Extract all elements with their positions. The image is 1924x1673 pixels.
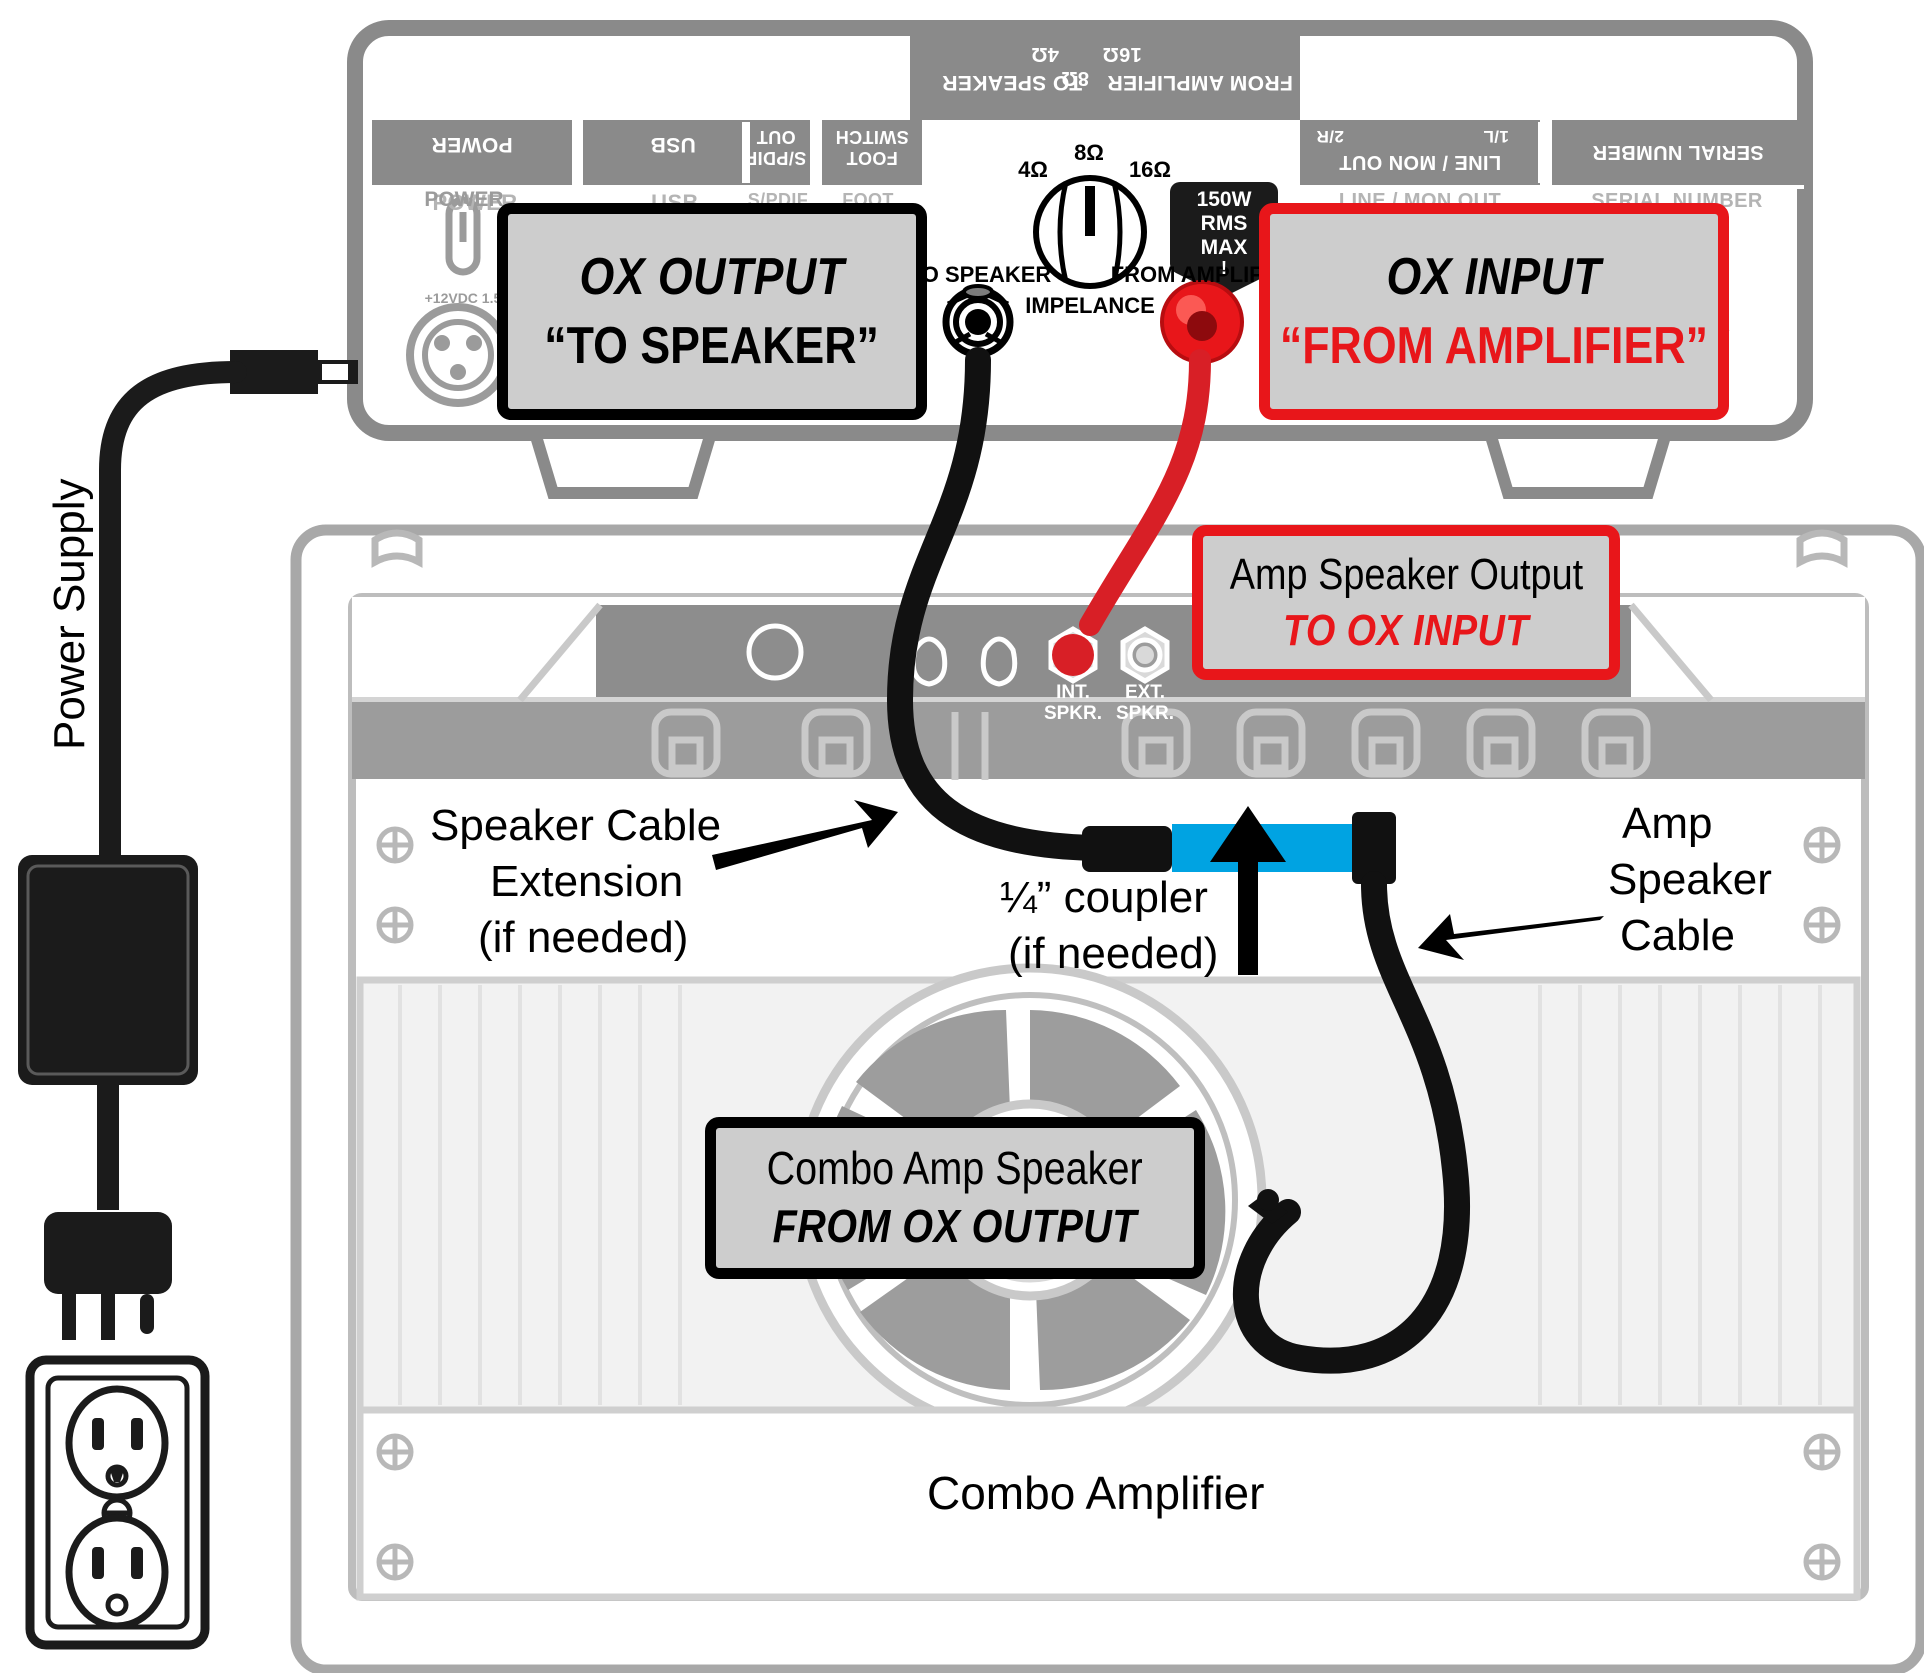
callout-ox-output-line1: OX OUTPUT — [579, 248, 845, 307]
callout-amp-speaker-output-line2: TO OX INPUT — [1283, 605, 1529, 655]
ox-silk-foot-switch: FOOT SWITCH — [835, 127, 909, 168]
ox-silk-imp-4ohm: 4Ω — [1031, 43, 1059, 65]
callout-combo-amp-speaker: Combo Amp Speaker FROM OX OUTPUT — [705, 1117, 1205, 1279]
label-power-supply: Power Supply — [45, 478, 94, 750]
label-combo-amplifier: Combo Amplifier — [927, 1467, 1265, 1519]
label-speaker-cable-extension-line3: (if needed) — [478, 913, 689, 962]
callout-amp-speaker-output-line1: Amp Speaker Output — [1229, 550, 1583, 600]
ox-silk-chan-1l: 1/L — [1483, 127, 1509, 146]
ox-silk-chan-2r: 2/R — [1316, 127, 1344, 146]
label-coupler-line1: ¼” coupler — [1000, 873, 1208, 922]
callout-ox-output-line2: “TO SPEAKER” — [544, 316, 880, 375]
ox-warning-rms: RMS — [1200, 212, 1248, 235]
label-coupler-line2: (if needed) — [1008, 929, 1219, 978]
ox-warning-exclamation: ! — [1221, 258, 1227, 278]
ox-silk-from-amplifier: FROM AMPLIFIER — [1107, 71, 1293, 94]
ox-silk-usb: USB — [650, 133, 696, 156]
label-speaker-cable-extension-line2: Extension — [490, 857, 684, 906]
ox-impedance-label: IMPELANCE — [1025, 293, 1155, 318]
ox-impedance-tick-4ohm: 4Ω — [1018, 157, 1048, 182]
ox-silk-serial-number: SERIAL NUMBER — [1592, 141, 1764, 163]
diagram-canvas: POWER USB S/PDIF OUT FOOT SWITCH TO SPEA… — [0, 0, 1924, 1673]
ox-impedance-tick-8ohm: 8Ω — [1074, 140, 1104, 165]
callout-ox-input-line2: “FROM AMPLIFIER” — [1279, 316, 1709, 375]
callout-ox-output: OX OUTPUT “TO SPEAKER” — [497, 203, 927, 420]
amp-ext-spkr-label-line2: SPKR. — [1115, 703, 1175, 724]
ox-silk-imp-8ohm: 8Ω — [1061, 67, 1089, 89]
ox-warning-max: MAX — [1200, 236, 1248, 259]
callout-combo-amp-speaker-line2: FROM OX OUTPUT — [772, 1200, 1138, 1252]
callout-ox-input-line1: OX INPUT — [1386, 248, 1602, 307]
label-amp-speaker-cable-line3: Cable — [1620, 911, 1735, 960]
ox-silk-power: POWER — [431, 133, 513, 156]
label-speaker-cable-extension-line1: Speaker Cable — [430, 801, 722, 850]
callout-amp-speaker-output: Amp Speaker Output TO OX INPUT — [1192, 525, 1620, 680]
label-amp-speaker-cable-line1: Amp — [1622, 799, 1713, 848]
ox-silk-spdif-out: S/PDIF OUT — [745, 127, 807, 168]
callout-combo-amp-speaker-line1: Combo Amp Speaker — [766, 1142, 1144, 1195]
amp-ext-spkr-label-line1: EXT. — [1124, 682, 1166, 703]
ox-warning-150w: 150W — [1196, 188, 1252, 211]
wall-outlet-graphic — [25, 1355, 210, 1650]
label-amp-speaker-cable-line2: Speaker — [1608, 855, 1772, 904]
ox-silk-line-mon-out: LINE / MON OUT — [1338, 151, 1502, 173]
ox-silk-imp-16ohm: 16Ω — [1102, 43, 1142, 65]
ox-impedance-tick-16ohm: 16Ω — [1128, 157, 1172, 182]
callout-ox-input: OX INPUT “FROM AMPLIFIER” — [1259, 203, 1729, 420]
